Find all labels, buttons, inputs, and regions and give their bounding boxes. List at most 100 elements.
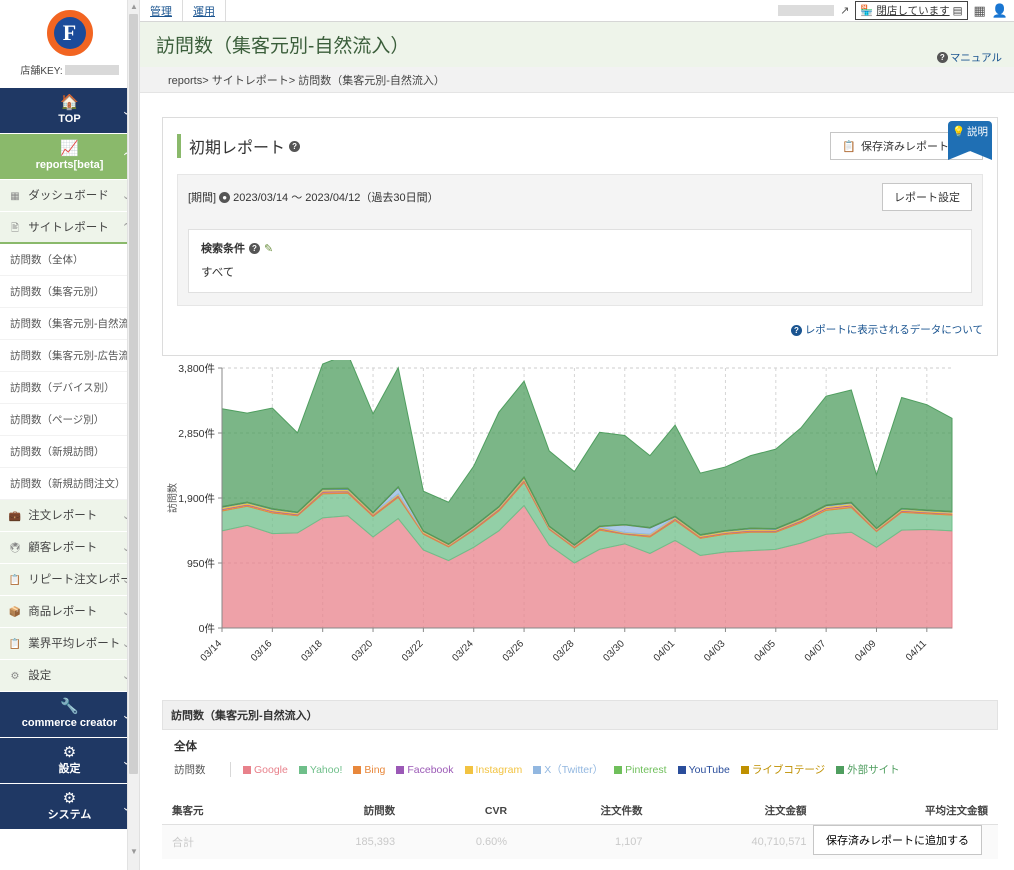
sidebar-subitem-visits-device[interactable]: 訪問数（デバイス別） bbox=[0, 372, 139, 404]
x-tick-label: 04/11 bbox=[904, 638, 929, 663]
topbar-tab-kanri[interactable]: 管理 bbox=[140, 0, 183, 21]
help-icon[interactable]: ? bbox=[289, 140, 301, 152]
sidebar-scroll-thumb[interactable] bbox=[129, 14, 138, 774]
gear-icon: ⚙ bbox=[62, 790, 77, 807]
sidebar-subitem-visits-source-ads[interactable]: 訪問数（集客元別-広告流入） bbox=[0, 340, 139, 372]
x-tick-label: 04/07 bbox=[803, 638, 829, 664]
legend-item[interactable]: Pinterest bbox=[614, 764, 667, 776]
legend-key-label: 訪問数 bbox=[174, 764, 206, 776]
sidebar-subitem-visits-page[interactable]: 訪問数（ページ別） bbox=[0, 404, 139, 436]
sidebar-item-industry-report[interactable]: 📋 業界平均レポート ⌄ bbox=[0, 628, 139, 660]
explain-badge[interactable]: 💡 説明 bbox=[948, 121, 992, 160]
sidebar-item-top-label: TOP bbox=[58, 113, 81, 125]
sidebar-scrollbar[interactable]: ▲ ▼ bbox=[127, 0, 139, 870]
y-axis-title: 訪問数 bbox=[166, 483, 179, 513]
store-status-button[interactable]: 🏪 閉店しています ▤ bbox=[855, 1, 968, 20]
legend-label: Google bbox=[254, 763, 288, 776]
legend-item[interactable]: Bing bbox=[353, 764, 385, 776]
question-icon: ? bbox=[936, 52, 948, 63]
scroll-down-arrow-icon[interactable]: ▼ bbox=[129, 847, 139, 856]
x-tick-label: 04/09 bbox=[853, 638, 879, 664]
gear-icon: ⚙ bbox=[62, 744, 77, 761]
period-value: 2023/03/14 〜 2023/04/12（過去30日間） bbox=[233, 192, 439, 204]
legend-item[interactable]: Yahoo! bbox=[298, 764, 342, 776]
add-to-saved-report-button[interactable]: 保存済みレポートに追加する bbox=[813, 825, 982, 855]
report-title: 初期レポート bbox=[189, 140, 286, 157]
chart-canvas: 0件 950件 1,900件 2,850件 3,800件訪問数 03/14 03/16 03/… bbox=[166, 360, 953, 664]
sidebar-item-order-report[interactable]: 💼 注文レポート ⌄ bbox=[0, 500, 139, 532]
help-icon[interactable]: ? bbox=[249, 242, 260, 254]
scroll-up-arrow-icon[interactable]: ▲ bbox=[129, 2, 139, 11]
sidebar-item-product-report-label: 商品レポート bbox=[28, 606, 98, 618]
report-card-header: 初期レポート ? 📋 保存済みレポート呼出 bbox=[177, 132, 983, 160]
x-tick-label: 03/28 bbox=[551, 638, 577, 664]
search-condition-value: すべて bbox=[201, 267, 235, 279]
legend-swatch-icon bbox=[677, 765, 686, 774]
legend-label: Instagram bbox=[475, 763, 523, 776]
manual-label: マニュアル bbox=[949, 52, 1002, 64]
x-tick-label: 04/01 bbox=[652, 638, 678, 664]
chart-legend: 訪問数 Google Yahoo! Bing Facebook Instagram X（T… bbox=[162, 758, 998, 785]
sidebar-subitem-visits-source-organic[interactable]: 訪問数（集客元別-自然流入） bbox=[0, 308, 139, 340]
report-settings-button[interactable]: レポート設定 bbox=[882, 183, 972, 211]
sidebar-item-product-report[interactable]: 📦 商品レポート ⌄ bbox=[0, 596, 139, 628]
sidebar-subitem-visits-all[interactable]: 訪問数（全体） bbox=[0, 244, 139, 276]
product-icon: 📦 bbox=[8, 607, 22, 618]
legend-item[interactable]: Google bbox=[243, 764, 288, 776]
legend-swatch-icon bbox=[396, 765, 405, 774]
report-card: 初期レポート ? 📋 保存済みレポート呼出 [期間] ● 2023/03/14 … bbox=[162, 117, 998, 356]
sidebar-subitem-visits-new[interactable]: 訪問数（新規訪問） bbox=[0, 436, 139, 468]
data-note-link[interactable]: ? レポートに表示されるデータについて bbox=[177, 322, 983, 337]
legend-label: Facebook bbox=[407, 763, 454, 776]
legend-swatch-icon bbox=[243, 765, 251, 774]
period-bar: [期間] ● 2023/03/14 〜 2023/04/12（過去30日間） レ… bbox=[178, 175, 982, 219]
sidebar-item-repeat-order-report[interactable]: 📋 リピート注文レポート ⌄ bbox=[0, 564, 139, 596]
topbar-tab-unyou[interactable]: 運用 bbox=[183, 0, 226, 21]
external-link-icon[interactable]: ↗ bbox=[840, 4, 849, 17]
legend-item[interactable]: ライブコテージ bbox=[740, 762, 825, 777]
clock-icon: ● bbox=[219, 191, 231, 203]
sidebar-item-commerce-creator[interactable]: 🔧 commerce creator ⌄ bbox=[0, 692, 139, 738]
search-condition-title: 検索条件 bbox=[201, 243, 245, 255]
sidebar-item-dashboard-label: ダッシュボード bbox=[28, 190, 109, 202]
explain-label: 説明 bbox=[967, 126, 989, 138]
sidebar: F 店舗KEY: 🏠 TOP ⌄ 📈 reports[beta] ⌃ ▦ ダッシ… bbox=[0, 0, 140, 870]
legend-label: 外部サイト bbox=[847, 764, 900, 776]
table-cell: 0.60% bbox=[405, 824, 518, 859]
sidebar-item-config[interactable]: ⚙ 設定 ⌄ bbox=[0, 738, 139, 784]
legend-item[interactable]: X（Twitter） bbox=[533, 762, 603, 777]
period-text-group: [期間] ● 2023/03/14 〜 2023/04/12（過去30日間） bbox=[188, 189, 439, 205]
sidebar-item-system[interactable]: ⚙ システム ⌄ bbox=[0, 784, 139, 830]
legend-item[interactable]: 外部サイト bbox=[836, 762, 900, 777]
sidebar-item-site-report[interactable]: 🖹 サイトレポート ⌃ bbox=[0, 212, 139, 244]
legend-swatch-icon bbox=[836, 765, 845, 774]
sidebar-item-dashboard[interactable]: ▦ ダッシュボード ⌄ bbox=[0, 180, 139, 212]
table-cell: 40,710,571 bbox=[652, 824, 817, 859]
table-header-cell: CVR bbox=[405, 797, 518, 825]
chart-subtitle: 全体 bbox=[174, 741, 197, 753]
user-icon[interactable]: 👤 bbox=[992, 3, 1008, 19]
legend-item[interactable]: Instagram bbox=[464, 763, 523, 776]
y-tick-label: 0件 bbox=[199, 623, 215, 635]
legend-item[interactable]: YouTube bbox=[677, 764, 730, 776]
chart-line-icon: 📈 bbox=[60, 140, 79, 157]
legend-label: Bing bbox=[364, 763, 386, 776]
edit-pencil-icon[interactable]: ✎ bbox=[264, 242, 273, 255]
sidebar-item-reports[interactable]: 📈 reports[beta] ⌃ bbox=[0, 134, 139, 180]
info-icon: ? bbox=[790, 325, 802, 336]
x-tick-label: 04/05 bbox=[752, 638, 778, 664]
legend-item[interactable]: Facebook bbox=[396, 763, 454, 776]
y-tick-label: 3,800件 bbox=[178, 363, 215, 375]
x-tick-label: 03/30 bbox=[601, 638, 627, 664]
legend-swatch-icon bbox=[533, 765, 542, 774]
sidebar-item-customer-report[interactable]: 🖲 顧客レポート ⌄ bbox=[0, 532, 139, 564]
sidebar-item-top[interactable]: 🏠 TOP ⌄ bbox=[0, 88, 139, 134]
manual-link[interactable]: ? マニュアル bbox=[936, 50, 1002, 65]
bulb-icon: 💡 bbox=[951, 126, 966, 138]
sidebar-item-settings[interactable]: ⚙ 設定 ⌄ bbox=[0, 660, 139, 692]
sidebar-subitem-visits-new-order[interactable]: 訪問数（新規訪問注文） bbox=[0, 468, 139, 500]
grid-icon[interactable]: ▦ bbox=[974, 3, 986, 19]
repeat-icon: 📋 bbox=[8, 575, 22, 586]
sidebar-subitem-visits-source[interactable]: 訪問数（集客元別） bbox=[0, 276, 139, 308]
